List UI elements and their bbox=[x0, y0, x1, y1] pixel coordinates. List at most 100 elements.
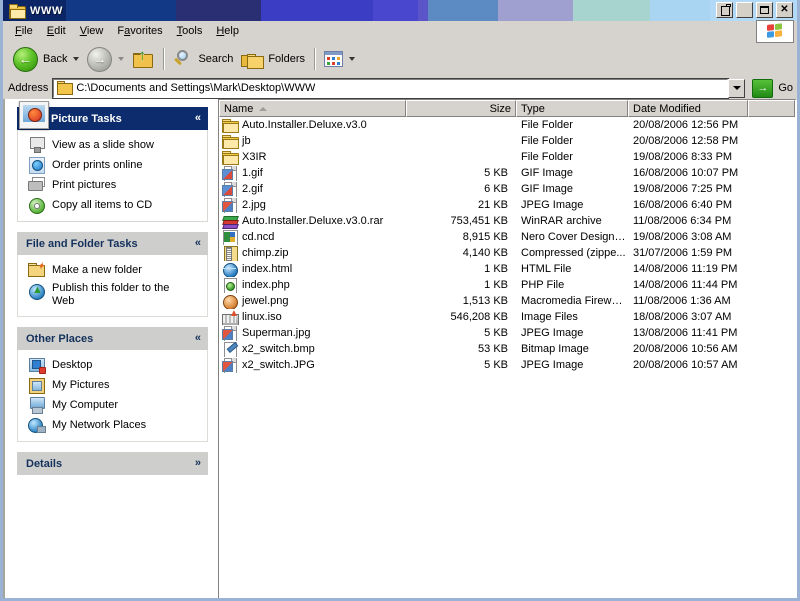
menu-file[interactable]: File bbox=[8, 23, 40, 39]
place-my-pictures[interactable]: My Pictures bbox=[26, 375, 201, 395]
file-type-cell: Bitmap Image bbox=[521, 343, 589, 355]
forward-dropdown-caret-icon[interactable] bbox=[118, 57, 125, 61]
menu-favorites[interactable]: Favorites bbox=[110, 23, 169, 39]
column-header-filler[interactable] bbox=[748, 100, 795, 117]
file-name-cell[interactable]: chimp.zip bbox=[219, 245, 406, 261]
search-button[interactable]: Search bbox=[169, 45, 237, 73]
place-my-computer[interactable]: My Computer bbox=[26, 395, 201, 415]
address-input[interactable]: C:\Documents and Settings\Mark\Desktop\W… bbox=[52, 77, 730, 99]
back-button[interactable]: ← Back bbox=[9, 45, 83, 73]
table-row[interactable]: jb File Folder 20/08/2006 12:58 PM bbox=[219, 133, 795, 149]
file-date-cell: 20/08/2006 10:56 AM bbox=[633, 343, 738, 355]
file-type-cell: File Folder bbox=[521, 119, 573, 131]
address-dropdown-button[interactable] bbox=[728, 78, 746, 98]
sort-ascending-icon bbox=[259, 106, 268, 111]
place-desktop[interactable]: Desktop bbox=[26, 355, 201, 375]
menu-help[interactable]: Help bbox=[209, 23, 246, 39]
file-name-cell[interactable]: x2_switch.JPG bbox=[219, 357, 406, 373]
expand-chevron-icon[interactable]: » bbox=[195, 458, 201, 469]
task-copy-to-cd[interactable]: Copy all items to CD bbox=[26, 195, 201, 215]
panel-other-places-header[interactable]: Other Places « bbox=[17, 327, 208, 350]
views-dropdown-caret-icon[interactable] bbox=[349, 57, 356, 61]
file-name-cell[interactable]: jewel.png bbox=[219, 294, 406, 309]
folders-button[interactable]: Folders bbox=[237, 45, 309, 73]
table-row[interactable]: jewel.png 1,513 KB Macromedia Firewor... 11… bbox=[219, 293, 795, 309]
menu-edit[interactable]: Edit bbox=[40, 23, 73, 39]
file-name-cell[interactable]: 2.jpg bbox=[219, 197, 406, 213]
panel-picture-tasks-header[interactable]: Picture Tasks « bbox=[17, 101, 208, 130]
file-type-cell: Macromedia Firewor... bbox=[521, 295, 628, 307]
collapse-chevron-icon[interactable]: « bbox=[195, 333, 201, 344]
file-name-cell[interactable]: jb bbox=[219, 134, 406, 149]
table-row[interactable]: 2.gif 6 KB GIF Image 19/08/2006 7:25 PM bbox=[219, 181, 795, 197]
table-row[interactable]: index.html 1 KB HTML File 14/08/2006 11:19 … bbox=[219, 261, 795, 277]
close-button[interactable]: ✕ bbox=[776, 2, 793, 18]
menu-tools-label: ools bbox=[182, 25, 203, 37]
table-row[interactable]: cd.ncd 8,915 KB Nero Cover Designe... 19/08… bbox=[219, 229, 795, 245]
file-type-cell: File Folder bbox=[521, 151, 573, 163]
file-name-cell[interactable]: X3IR bbox=[219, 150, 406, 165]
table-row[interactable]: ▲ linux.iso 546,208 KB Image Files 18/08/200… bbox=[219, 309, 795, 325]
file-name-text: Superman.jpg bbox=[242, 327, 311, 339]
task-order-prints[interactable]: Order prints online bbox=[26, 155, 201, 175]
minimize-button[interactable] bbox=[736, 2, 753, 18]
titlebar-band bbox=[261, 0, 373, 21]
file-name-cell[interactable]: index.php bbox=[219, 277, 406, 293]
task-print-pictures[interactable]: Print pictures bbox=[26, 175, 201, 195]
views-button[interactable] bbox=[320, 45, 359, 73]
maximize-button[interactable] bbox=[756, 2, 773, 18]
up-one-level-button[interactable]: ↑ bbox=[128, 45, 158, 73]
task-publish-to-web[interactable]: ▲ Publish this folder to the Web bbox=[26, 280, 201, 310]
file-name-cell[interactable]: 1.gif bbox=[219, 165, 406, 181]
table-row[interactable]: 2.jpg 21 KB JPEG Image 16/08/2006 6:40 PM bbox=[219, 197, 795, 213]
file-name-cell[interactable]: ▲ linux.iso bbox=[219, 310, 406, 325]
place-my-network-places[interactable]: My Network Places bbox=[26, 415, 201, 435]
restore-window-button[interactable] bbox=[716, 2, 733, 18]
file-size-cell: 1 KB bbox=[484, 263, 508, 275]
menu-tools[interactable]: Tools bbox=[170, 23, 210, 39]
panel-details-header[interactable]: Details » bbox=[17, 452, 208, 475]
my-network-places-icon bbox=[28, 417, 46, 433]
table-row[interactable]: x2_switch.JPG 5 KB JPEG Image 20/08/2006 10… bbox=[219, 357, 795, 373]
file-name-cell[interactable]: Auto.Installer.Deluxe.v3.0.rar bbox=[219, 214, 406, 229]
title-bar[interactable]: WWW ✕ bbox=[3, 0, 797, 21]
file-type-cell: JPEG Image bbox=[521, 359, 584, 371]
file-name-cell[interactable]: cd.ncd bbox=[219, 229, 406, 245]
table-row[interactable]: X3IR File Folder 19/08/2006 8:33 PM bbox=[219, 149, 795, 165]
menu-view[interactable]: View bbox=[73, 23, 111, 39]
collapse-chevron-icon[interactable]: « bbox=[195, 238, 201, 249]
table-row[interactable]: chimp.zip 4,140 KB Compressed (zippe... 31/… bbox=[219, 245, 795, 261]
task-view-slideshow[interactable]: View as a slide show bbox=[26, 135, 201, 155]
file-name-cell[interactable]: 2.gif bbox=[219, 181, 406, 197]
file-name-cell[interactable]: Superman.jpg bbox=[219, 325, 406, 341]
menu-bar: File Edit View Favorites Tools Help bbox=[3, 20, 797, 43]
file-name-text: x2_switch.JPG bbox=[242, 359, 315, 371]
go-button[interactable]: → Go bbox=[752, 78, 793, 98]
column-header-size[interactable]: Size bbox=[406, 100, 516, 117]
collapse-chevron-icon[interactable]: « bbox=[195, 113, 201, 124]
address-label: Address bbox=[8, 82, 49, 94]
back-dropdown-caret-icon[interactable] bbox=[73, 57, 80, 61]
table-row[interactable]: x2_switch.bmp 53 KB Bitmap Image 20/08/2006… bbox=[219, 341, 795, 357]
table-row[interactable]: Superman.jpg 5 KB JPEG Image 13/08/2006 11:… bbox=[219, 325, 795, 341]
winrar-icon bbox=[222, 214, 239, 229]
forward-button[interactable]: → bbox=[83, 45, 128, 73]
table-row[interactable]: Auto.Installer.Deluxe.v3.0.rar 753,451 KB… bbox=[219, 213, 795, 229]
file-type-cell: File Folder bbox=[521, 135, 573, 147]
column-header-name[interactable]: Name bbox=[219, 100, 406, 117]
file-name-cell[interactable]: Auto.Installer.Deluxe.v3.0 bbox=[219, 118, 406, 133]
table-row[interactable]: 1.gif 5 KB GIF Image 16/08/2006 10:07 PM bbox=[219, 165, 795, 181]
file-name-text: cd.ncd bbox=[242, 231, 275, 243]
file-date-cell: 11/08/2006 1:36 AM bbox=[633, 295, 731, 307]
file-name-cell[interactable]: x2_switch.bmp bbox=[219, 341, 406, 357]
zip-icon bbox=[222, 245, 238, 261]
column-header-date-modified[interactable]: Date Modified bbox=[628, 100, 748, 117]
table-row[interactable]: Auto.Installer.Deluxe.v3.0 File Folder 20/… bbox=[219, 117, 795, 133]
titlebar-band bbox=[573, 0, 650, 21]
table-row[interactable]: index.php 1 KB PHP File 14/08/2006 11:44 PM bbox=[219, 277, 795, 293]
file-name-cell[interactable]: index.html bbox=[219, 262, 406, 277]
column-header-type[interactable]: Type bbox=[516, 100, 628, 117]
titlebar-band bbox=[428, 0, 498, 21]
panel-file-folder-tasks-header[interactable]: File and Folder Tasks « bbox=[17, 232, 208, 255]
task-make-new-folder[interactable]: ✦ Make a new folder bbox=[26, 260, 201, 280]
